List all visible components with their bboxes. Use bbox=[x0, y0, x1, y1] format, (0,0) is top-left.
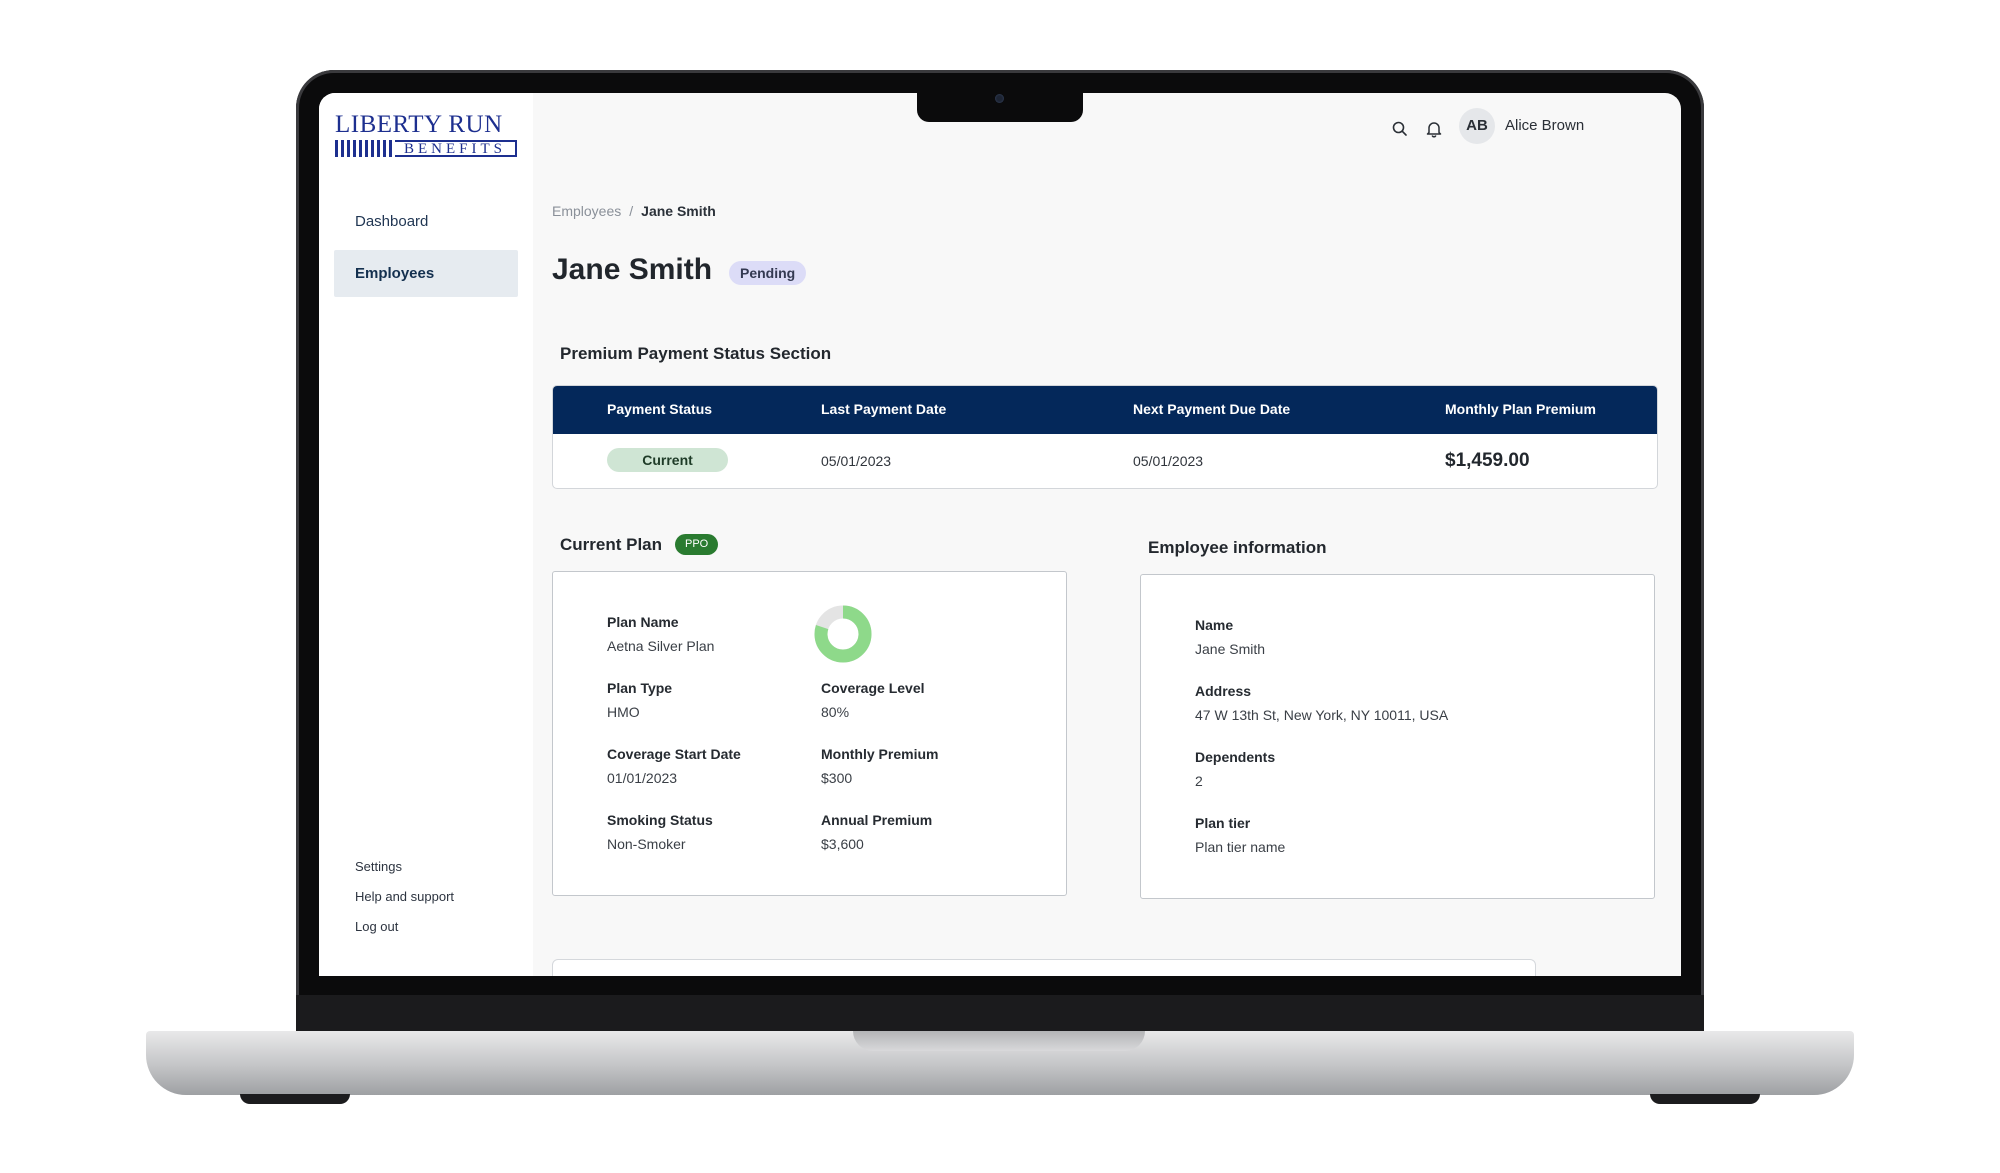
employee-info-title: Employee information bbox=[1148, 538, 1327, 557]
coverage-level-value: 80% bbox=[821, 704, 850, 720]
next-due-date: 05/01/2023 bbox=[1133, 453, 1204, 469]
status-badge: Pending bbox=[729, 261, 807, 285]
plan-tier-value: Plan tier name bbox=[1195, 839, 1286, 855]
current-plan-card: Plan Name Aetna Silver Plan Plan Type HM… bbox=[552, 571, 1067, 896]
payment-status-pill: Current bbox=[607, 448, 728, 472]
smoking-status-value: Non-Smoker bbox=[607, 836, 686, 852]
logo-wordmark-bottom: BENEFITS bbox=[395, 140, 517, 157]
monthly-premium-value: $300 bbox=[821, 770, 853, 786]
monthly-premium-label: Monthly Premium bbox=[821, 746, 939, 762]
laptop-mockup: LIBERTY RUN BENEFITS Dashboard Employees… bbox=[0, 0, 2000, 1173]
employee-name-value: Jane Smith bbox=[1195, 641, 1266, 657]
app-screen: LIBERTY RUN BENEFITS Dashboard Employees… bbox=[319, 93, 1681, 976]
smoking-status-label: Smoking Status bbox=[607, 812, 713, 828]
sidebar-footer: Settings Help and support Log out bbox=[355, 858, 454, 948]
sidebar-nav: Dashboard Employees bbox=[334, 198, 518, 302]
coverage-start-value: 01/01/2023 bbox=[607, 770, 678, 786]
annual-premium-value: $3,600 bbox=[821, 836, 864, 852]
monthly-plan-premium: $1,459.00 bbox=[1445, 450, 1530, 471]
logo-bars-graphic bbox=[335, 140, 395, 157]
breadcrumb-current: Jane Smith bbox=[641, 203, 716, 219]
breadcrumb-separator: / bbox=[629, 203, 634, 219]
plan-type-value: HMO bbox=[607, 704, 640, 720]
plan-name-label: Plan Name bbox=[607, 614, 679, 630]
plan-tier-label: Plan tier bbox=[1195, 815, 1251, 831]
plan-name-value: Aetna Silver Plan bbox=[607, 638, 715, 654]
address-label: Address bbox=[1195, 683, 1252, 699]
table-header: Payment Status Last Payment Date Next Pa… bbox=[553, 386, 1657, 434]
last-payment-date: 05/01/2023 bbox=[821, 453, 892, 469]
user-name[interactable]: Alice Brown bbox=[1505, 117, 1584, 134]
address-value: 47 W 13th St, New York, NY 10011, USA bbox=[1195, 707, 1449, 723]
column-header-last-payment: Last Payment Date bbox=[821, 401, 947, 417]
laptop-lid-hinge bbox=[296, 995, 1704, 1033]
breadcrumb: Employees / Jane Smith bbox=[552, 203, 716, 219]
sidebar: LIBERTY RUN BENEFITS Dashboard Employees… bbox=[319, 93, 533, 976]
laptop-foot-right bbox=[1650, 1094, 1760, 1104]
laptop-foot-left bbox=[240, 1094, 350, 1104]
employee-info-card: Name Jane Smith Address 47 W 13th St, Ne… bbox=[1140, 574, 1655, 899]
dependents-label: Dependents bbox=[1195, 749, 1276, 765]
payment-section-title: Premium Payment Status Section bbox=[560, 344, 832, 363]
coverage-level-label: Coverage Level bbox=[821, 680, 925, 696]
current-plan-title: Current Plan bbox=[560, 535, 663, 554]
coverage-start-label: Coverage Start Date bbox=[607, 746, 741, 762]
search-icon[interactable] bbox=[1390, 119, 1410, 139]
payment-status-table: Payment Status Last Payment Date Next Pa… bbox=[552, 385, 1658, 489]
brand-logo[interactable]: LIBERTY RUN BENEFITS bbox=[335, 111, 517, 157]
settings-link[interactable]: Settings bbox=[355, 858, 454, 888]
avatar[interactable]: AB bbox=[1459, 108, 1495, 144]
breadcrumb-employees-link[interactable]: Employees bbox=[552, 203, 621, 219]
laptop-base-notch bbox=[853, 1031, 1145, 1051]
coverage-donut-chart bbox=[814, 605, 872, 663]
plan-type-badge: PPO bbox=[675, 534, 719, 555]
help-support-link[interactable]: Help and support bbox=[355, 888, 454, 918]
logo-wordmark-top: LIBERTY RUN bbox=[335, 111, 503, 138]
column-header-next-due: Next Payment Due Date bbox=[1133, 401, 1291, 417]
camera-icon bbox=[995, 94, 1004, 103]
employee-name-label: Name bbox=[1195, 617, 1234, 633]
logout-link[interactable]: Log out bbox=[355, 918, 454, 948]
annual-premium-label: Annual Premium bbox=[821, 812, 933, 828]
bell-icon[interactable] bbox=[1424, 119, 1444, 139]
sidebar-item-dashboard[interactable]: Dashboard bbox=[334, 198, 518, 245]
plan-type-label: Plan Type bbox=[607, 680, 673, 696]
sidebar-item-employees[interactable]: Employees bbox=[334, 250, 518, 297]
column-header-monthly-premium: Monthly Plan Premium bbox=[1445, 401, 1596, 417]
next-section-card bbox=[552, 959, 1536, 976]
page-title: Jane Smith bbox=[552, 253, 713, 286]
column-header-payment-status: Payment Status bbox=[607, 401, 713, 417]
dependents-value: 2 bbox=[1195, 773, 1203, 789]
